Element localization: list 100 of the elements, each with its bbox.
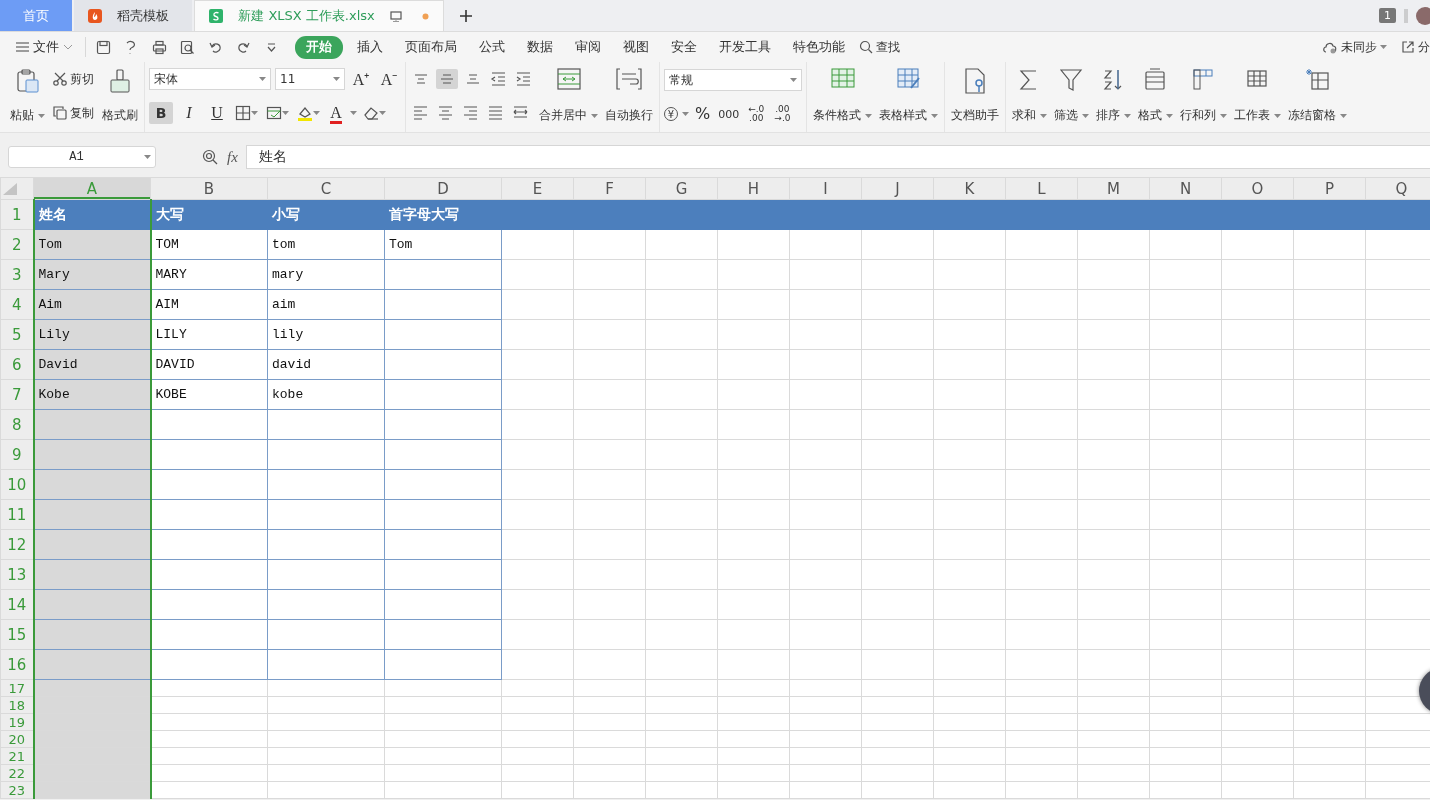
caret-icon: [1220, 113, 1227, 118]
table-cell: kobe: [267, 379, 385, 410]
sort-button[interactable]: 排序: [1094, 64, 1133, 128]
increase-font-button[interactable]: A⁺: [349, 68, 373, 90]
share-button[interactable]: 分: [1401, 38, 1430, 56]
column-header[interactable]: O: [1221, 177, 1294, 200]
copy-icon: [53, 106, 67, 120]
scissors-icon: [53, 72, 67, 86]
menu-tab[interactable]: 插入: [349, 35, 391, 59]
divider-icon: [1404, 7, 1408, 24]
align-left-icon: [412, 104, 429, 122]
clear-icon: [363, 105, 379, 121]
table-cell: Tom: [384, 229, 502, 260]
table-cell: Mary: [33, 259, 151, 290]
wrap-text-button[interactable]: 自动换行: [603, 64, 655, 128]
caret-icon: [259, 77, 266, 81]
file-menu[interactable]: 文件: [12, 38, 77, 56]
cloud-icon: [1322, 40, 1338, 54]
function-button[interactable]: fx: [227, 148, 238, 166]
brush-icon: [109, 68, 131, 94]
table-style-button[interactable]: 表格样式: [877, 64, 940, 128]
table-cell: Tom: [33, 229, 151, 260]
worksheet-button[interactable]: 工作表: [1232, 64, 1283, 128]
border-button[interactable]: [233, 103, 260, 123]
filter-button[interactable]: 筛选: [1052, 64, 1091, 128]
column-header[interactable]: P: [1293, 177, 1366, 200]
freeze-panes-button[interactable]: 冻结窗格: [1286, 64, 1349, 128]
avatar[interactable]: [1416, 6, 1430, 25]
menu-tab[interactable]: 特色功能: [785, 35, 853, 59]
paste-button[interactable]: 粘贴: [8, 64, 47, 128]
preview-icon: [180, 39, 195, 55]
border-icon: [235, 105, 251, 121]
column-header[interactable]: G: [645, 177, 718, 200]
column-header[interactable]: I: [789, 177, 862, 200]
header-cell: 小写: [267, 199, 385, 230]
sync-button[interactable]: 未同步: [1322, 38, 1387, 56]
decrease-decimal-button[interactable]: .00 →.0: [771, 105, 794, 123]
menu-icon: [16, 42, 29, 52]
formula-input[interactable]: 姓名: [245, 145, 1430, 169]
column-header[interactable]: D: [384, 177, 502, 200]
menu-tab[interactable]: 页面布局: [397, 35, 465, 59]
column-header[interactable]: J: [861, 177, 934, 200]
italic-button[interactable]: I: [177, 102, 201, 124]
caret-icon: [144, 155, 151, 159]
table-pen-icon: [896, 68, 921, 90]
zoom-icon: [202, 148, 219, 166]
menu-tab[interactable]: 安全: [663, 35, 705, 59]
menu-tab[interactable]: 视图: [615, 35, 657, 59]
align-middle-button[interactable]: [436, 68, 458, 89]
caret-icon: [282, 111, 289, 115]
document-assistant-button[interactable]: 文档助手: [949, 64, 1001, 128]
search-button[interactable]: 查找: [859, 38, 900, 56]
menu-tab[interactable]: 数据: [519, 35, 561, 59]
column-header[interactable]: M: [1077, 177, 1150, 200]
menu-tab[interactable]: 公式: [471, 35, 513, 59]
thousands-button[interactable]: 000: [716, 108, 742, 120]
column-header[interactable]: H: [717, 177, 790, 200]
underline-button[interactable]: U: [205, 102, 229, 124]
name-box[interactable]: A1: [8, 146, 156, 168]
flame-icon: [88, 8, 102, 23]
column-header[interactable]: F: [573, 177, 646, 200]
merge-center-button[interactable]: 合并居中: [537, 64, 600, 128]
decrease-font-button[interactable]: A⁻: [377, 68, 401, 90]
column-header[interactable]: L: [1005, 177, 1078, 200]
cut-button[interactable]: 剪切: [50, 68, 97, 90]
table-cell: david: [267, 349, 385, 380]
caret-icon: [1124, 113, 1131, 118]
column-header[interactable]: B: [150, 177, 268, 200]
column-header[interactable]: K: [933, 177, 1006, 200]
increase-decimal-button[interactable]: ←.0 .00: [745, 105, 768, 123]
caret-icon: [1166, 113, 1173, 118]
menu-tab[interactable]: 开发工具: [711, 35, 779, 59]
conditional-format-button[interactable]: 条件格式: [811, 64, 874, 128]
format-painter-button[interactable]: 格式刷: [100, 64, 140, 128]
column-header[interactable]: Q: [1365, 177, 1430, 200]
copy-button[interactable]: 复制: [50, 102, 97, 124]
column-header[interactable]: E: [501, 177, 574, 200]
bold-button[interactable]: B: [149, 102, 173, 124]
column-header[interactable]: N: [1149, 177, 1222, 200]
table-cell: aim: [267, 289, 385, 320]
sum-button[interactable]: 求和: [1010, 64, 1049, 128]
print-icon: [152, 39, 167, 55]
caret-icon: [313, 111, 320, 115]
number-format-field[interactable]: 常规: [664, 69, 802, 91]
count-badge: 1: [1379, 8, 1396, 23]
column-header[interactable]: C: [267, 177, 385, 200]
tab[interactable]: 稻壳模板: [74, 0, 192, 31]
font-name-field[interactable]: 宋体: [149, 68, 271, 90]
caret-icon: [379, 111, 386, 115]
format-button[interactable]: 格式: [1136, 64, 1175, 128]
grid-icon: [830, 68, 855, 88]
font-size-field[interactable]: 11: [275, 68, 345, 90]
rows-columns-button[interactable]: 行和列: [1178, 64, 1229, 128]
header-cell: 姓名: [33, 199, 151, 230]
caret-icon: [682, 112, 689, 116]
menu-tab[interactable]: 审阅: [567, 35, 609, 59]
wrap-text-icon: [616, 68, 642, 90]
align-top-icon: [414, 73, 428, 84]
percent-button[interactable]: %: [693, 106, 713, 122]
font-color-button[interactable]: A: [326, 102, 346, 124]
